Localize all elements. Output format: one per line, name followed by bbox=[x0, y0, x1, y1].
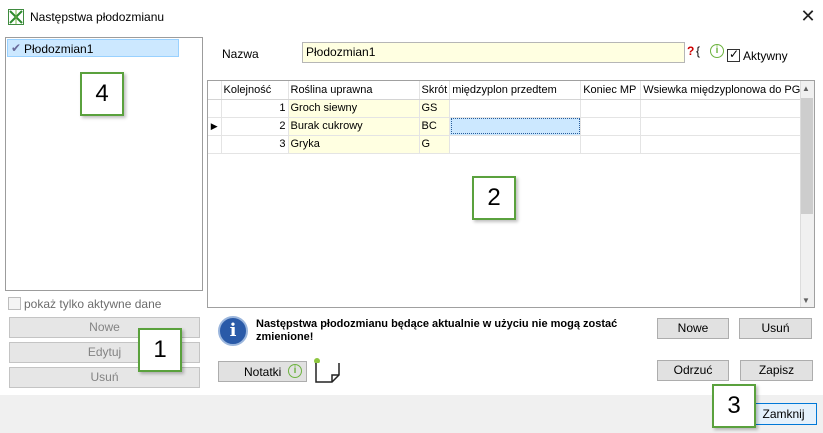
grid-cell[interactable]: Burak cukrowy bbox=[288, 117, 420, 136]
grid-cell[interactable] bbox=[640, 117, 804, 136]
grid-cell[interactable] bbox=[449, 135, 582, 154]
row-indicator-header bbox=[208, 81, 222, 100]
close-button[interactable]: Zamknij bbox=[750, 403, 817, 425]
table-row[interactable]: ▶ 2 Burak cukrowy BC bbox=[208, 117, 804, 136]
dialog-footer bbox=[0, 395, 823, 433]
grid-cell[interactable] bbox=[449, 99, 582, 118]
notes-button[interactable]: Notatki i bbox=[218, 361, 307, 382]
info-message: Następstwa płodozmianu będące aktualnie … bbox=[256, 318, 618, 343]
grid-cell[interactable] bbox=[640, 135, 804, 154]
grid-cell[interactable] bbox=[580, 135, 642, 154]
checkbox-box[interactable] bbox=[8, 297, 21, 311]
grid-cell[interactable]: BC bbox=[419, 117, 451, 136]
help-icon[interactable]: ? bbox=[687, 44, 694, 58]
current-row-indicator: ▶ bbox=[208, 117, 222, 136]
name-input[interactable]: Płodozmian1 bbox=[302, 42, 685, 63]
callout-3: 3 bbox=[712, 384, 756, 428]
active-only-label: pokaż tylko aktywne dane bbox=[24, 296, 162, 311]
column-header[interactable]: Skrót bbox=[419, 81, 451, 100]
row-indicator bbox=[208, 99, 222, 118]
column-header[interactable]: Wsiewka międzyplonowa do PG bbox=[640, 81, 804, 100]
grid-cell[interactable]: Gryka bbox=[288, 135, 420, 154]
column-header[interactable]: międzyplon przedtem bbox=[449, 81, 582, 100]
grid-cell[interactable]: 3 bbox=[221, 135, 289, 154]
info-icon: i bbox=[218, 316, 248, 346]
column-header[interactable]: Koniec MP bbox=[580, 81, 642, 100]
info-icon[interactable]: i bbox=[710, 44, 724, 58]
new-button[interactable]: Nowe bbox=[657, 318, 729, 339]
name-label: Nazwa bbox=[222, 47, 259, 61]
row-indicator bbox=[208, 135, 222, 154]
scroll-down-icon[interactable]: ▼ bbox=[802, 296, 810, 305]
delete-button[interactable]: Usuń bbox=[739, 318, 812, 339]
grid-cell[interactable] bbox=[640, 99, 804, 118]
grid-cell[interactable]: GS bbox=[419, 99, 451, 118]
callout-4: 4 bbox=[80, 72, 124, 116]
column-header[interactable]: Kolejność bbox=[221, 81, 289, 100]
scroll-up-icon[interactable]: ▲ bbox=[802, 84, 810, 93]
column-header[interactable]: Roślina uprawna bbox=[288, 81, 420, 100]
check-icon: ✔ bbox=[11, 41, 22, 55]
list-item-label: Płodozmian1 bbox=[24, 42, 94, 56]
active-label: Aktywny bbox=[743, 48, 788, 63]
grid-cell[interactable]: G bbox=[419, 135, 451, 154]
grid-cell[interactable]: Groch siewny bbox=[288, 99, 420, 118]
note-icon[interactable] bbox=[312, 356, 342, 384]
app-icon bbox=[8, 9, 24, 25]
window-title: Następstwa płodozmianu bbox=[30, 10, 165, 24]
notes-button-label: Notatki bbox=[244, 365, 282, 379]
grid-header-row: Kolejność Roślina uprawna Skrót międzypl… bbox=[208, 81, 804, 100]
list-item[interactable]: ✔ Płodozmian1 bbox=[7, 39, 179, 57]
scrollbar-thumb[interactable] bbox=[801, 98, 813, 214]
table-row[interactable]: 1 Groch siewny GS bbox=[208, 99, 804, 118]
grid-cell[interactable]: 1 bbox=[221, 99, 289, 118]
callout-1: 1 bbox=[138, 328, 182, 372]
grid-cell-selected[interactable] bbox=[449, 117, 582, 136]
brace-icon[interactable]: { bbox=[696, 44, 700, 58]
grid-table: Kolejność Roślina uprawna Skrót międzypl… bbox=[208, 81, 804, 154]
save-button[interactable]: Zapisz bbox=[740, 360, 813, 381]
grid-cell[interactable] bbox=[580, 99, 642, 118]
close-icon[interactable]: ✕ bbox=[796, 6, 820, 28]
discard-button[interactable]: Odrzuć bbox=[657, 360, 729, 381]
table-row[interactable]: 3 Gryka G bbox=[208, 135, 804, 154]
callout-2: 2 bbox=[472, 176, 516, 220]
checkbox-box[interactable] bbox=[727, 47, 740, 63]
grid-cell[interactable] bbox=[580, 117, 642, 136]
info-icon: i bbox=[288, 364, 302, 378]
active-only-checkbox[interactable]: pokaż tylko aktywne dane bbox=[8, 296, 161, 312]
grid-cell[interactable]: 2 bbox=[221, 117, 289, 136]
active-checkbox[interactable]: Aktywny bbox=[727, 47, 788, 63]
